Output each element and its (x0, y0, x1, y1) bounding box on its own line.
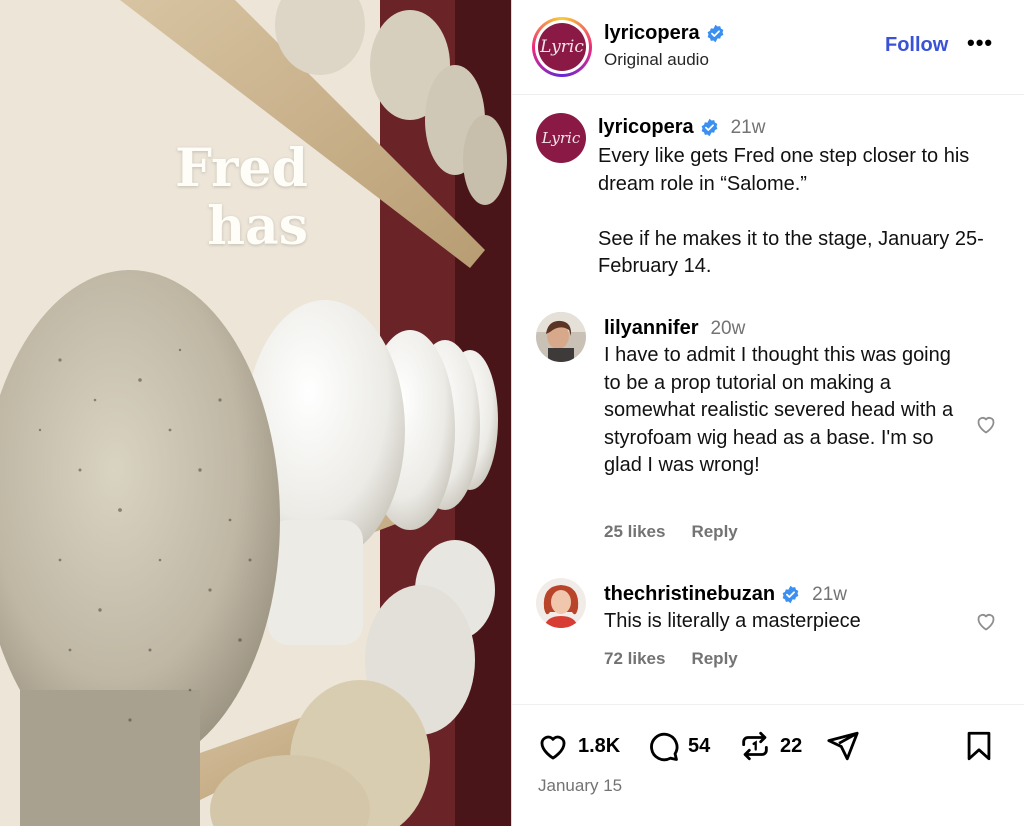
caption-avatar[interactable]: Lyric (536, 113, 586, 163)
comment-like-heart-icon[interactable] (974, 609, 998, 633)
audio-label[interactable]: Original audio (604, 50, 709, 70)
comment-text: This is literally a masterpiece (604, 610, 861, 632)
follow-button[interactable]: Follow (885, 34, 948, 57)
comment-likes[interactable]: 72 likes (604, 649, 665, 669)
comment-author: lilyannifer 20w (604, 317, 745, 340)
verified-badge-icon (782, 585, 799, 604)
lyric-logo: Lyric (536, 113, 586, 163)
overlay-line-1: Fred (175, 138, 308, 199)
styrofoam-heads-photo (0, 0, 511, 826)
comment-likes[interactable]: 25 likes (604, 522, 665, 542)
reply-button[interactable]: Reply (691, 649, 737, 669)
overlay-line-2: has (207, 196, 308, 257)
post-actions-bar: 1.8K 54 22 January 15 (512, 704, 1024, 826)
comment-meta: 72 likes Reply (604, 649, 738, 669)
repost-count[interactable]: 22 (780, 735, 802, 758)
comment-text: I have to admit I thought this was going… (604, 344, 954, 476)
comment-action[interactable]: 54 (646, 729, 710, 763)
comment-count[interactable]: 54 (688, 735, 710, 758)
post-header: Lyric lyricopera Original audio Follow •… (512, 0, 1024, 95)
verified-badge-icon (701, 118, 717, 137)
video-caption-overlay: Fred has (175, 140, 308, 256)
verified-badge-icon (707, 24, 723, 43)
caption-time[interactable]: 21w (731, 117, 766, 139)
post-date[interactable]: January 15 (538, 776, 622, 796)
like-action[interactable]: 1.8K (536, 729, 620, 763)
comment-author: thechristinebuzan 21w (604, 583, 847, 606)
bookmark-icon[interactable] (962, 729, 996, 763)
post-media[interactable]: Fred has (0, 0, 511, 826)
commenter-avatar[interactable] (536, 312, 586, 362)
heart-icon[interactable] (536, 729, 570, 763)
comment-username[interactable]: lilyannifer (604, 317, 698, 340)
comment-username[interactable]: thechristinebuzan (604, 583, 775, 606)
post-details-panel: Lyric lyricopera Original audio Follow •… (511, 0, 1024, 826)
comment-time[interactable]: 20w (710, 318, 745, 340)
author-name[interactable]: lyricopera (604, 22, 725, 45)
author-username[interactable]: lyricopera (604, 22, 700, 45)
author-avatar[interactable]: Lyric (532, 17, 592, 77)
avatar-image (536, 312, 586, 362)
reply-button[interactable]: Reply (691, 522, 737, 542)
caption-username[interactable]: lyricopera (598, 116, 694, 139)
more-options-button[interactable]: ••• (967, 30, 993, 56)
caption-author: lyricopera 21w (598, 116, 765, 139)
repost-icon[interactable] (738, 729, 772, 763)
repost-action[interactable]: 22 (738, 729, 802, 763)
comment-like-heart-icon[interactable] (974, 412, 998, 436)
commenter-avatar[interactable] (536, 578, 586, 628)
comment-bubble-icon[interactable] (646, 729, 680, 763)
lyric-logo: Lyric (538, 23, 586, 71)
comment-time[interactable]: 21w (812, 584, 847, 606)
avatar-image (536, 578, 586, 628)
caption-text: Every like gets Fred one step closer to … (598, 145, 984, 277)
save-action[interactable] (962, 729, 996, 763)
share-action[interactable] (826, 729, 860, 763)
comment-meta: 25 likes Reply (604, 522, 738, 542)
like-count[interactable]: 1.8K (578, 735, 620, 758)
send-share-icon[interactable] (826, 729, 860, 763)
